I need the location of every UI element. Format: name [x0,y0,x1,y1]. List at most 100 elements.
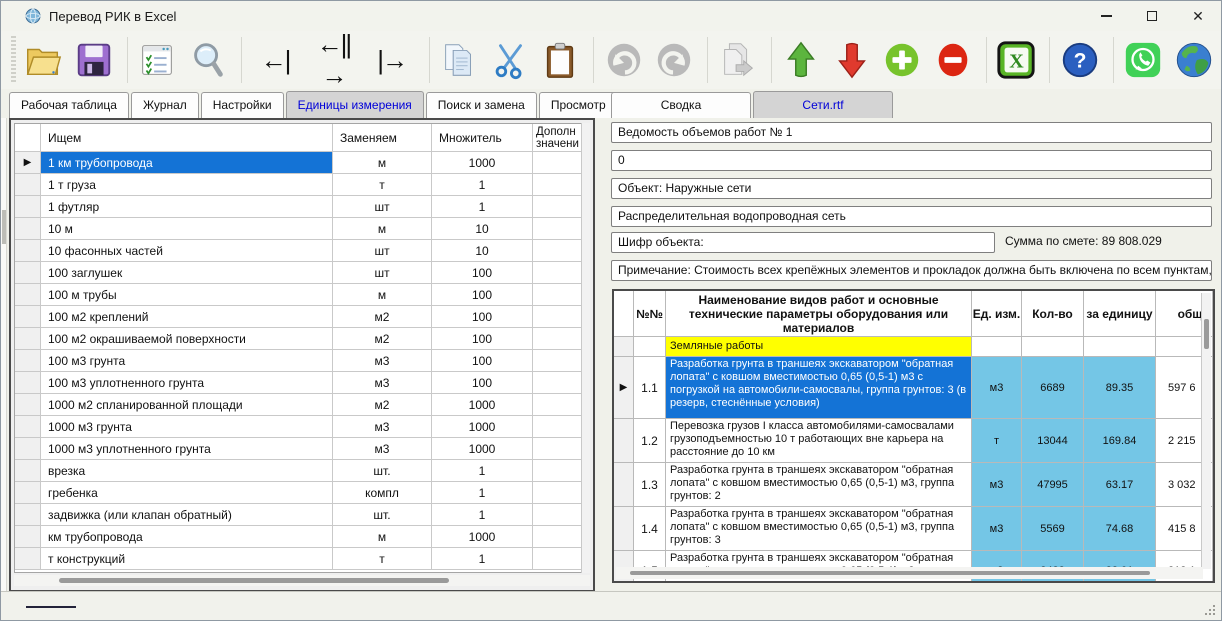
arrow-up-button[interactable] [778,36,825,84]
cell-section-name[interactable]: Земляные работы [666,337,972,357]
cell-search[interactable]: задвижка (или клапан обратный) [41,504,333,526]
cell-replace[interactable]: м2 [333,306,432,328]
works-table-vscroll-thumb[interactable] [1204,319,1209,349]
redo-button[interactable] [651,36,698,84]
cell-quantity[interactable]: 47995 [1022,463,1084,507]
cell-replace[interactable]: м3 [333,350,432,372]
cell-replace[interactable]: м [333,218,432,240]
cell-search[interactable]: 100 м3 грунта [41,350,333,372]
cell-number[interactable]: 1.3 [634,463,666,507]
cell-quantity[interactable]: 13044 [1022,419,1084,463]
cell-multiplier[interactable]: 10 [432,218,533,240]
toolbar-grip[interactable] [11,36,16,84]
column-header-search[interactable]: Ищем [41,124,333,152]
cell-unit[interactable] [972,337,1022,357]
cell-multiplier[interactable]: 1 [432,196,533,218]
column-header-multiplier[interactable]: Множитель [432,124,533,152]
cell-work-name[interactable]: Разработка грунта в траншеях экскаваторо… [666,357,972,419]
cell-unit[interactable]: м3 [972,357,1022,419]
collapse-left-button[interactable]: ←| [248,36,302,84]
cell-search[interactable]: 100 м3 уплотненного грунта [41,372,333,394]
cell-search[interactable]: 1 км трубопровода [41,152,333,174]
unit-row[interactable]: т конструкцийт1 [15,548,589,570]
work-row[interactable]: 1.4Разработка грунта в траншеях экскават… [614,507,1213,551]
cell-quantity[interactable]: 6689 [1022,357,1084,419]
cell-replace[interactable]: м2 [333,328,432,350]
cell-search[interactable]: 1000 м2 спланированной площади [41,394,333,416]
cell-multiplier[interactable]: 1000 [432,416,533,438]
work-row[interactable]: 1.2Перевозка грузов I класса автомобилям… [614,419,1213,463]
note-field[interactable]: Примечание: Стоимость всех крепёжных эле… [611,260,1212,281]
zero-field[interactable]: 0 [611,150,1212,171]
column-header-unit[interactable]: Ед. изм. [972,291,1022,337]
cell-multiplier[interactable]: 1 [432,460,533,482]
cell-search[interactable]: 1000 м3 уплотненного грунта [41,438,333,460]
settings-checklist-button[interactable] [134,36,181,84]
cell-quantity[interactable] [1022,337,1084,357]
cell-replace[interactable]: м3 [333,372,432,394]
maximize-button[interactable] [1129,1,1175,31]
unit-row[interactable]: 10 фасонных частейшт10 [15,240,589,262]
cell-replace[interactable]: м3 [333,416,432,438]
cell-replace[interactable]: м2 [333,394,432,416]
right-tab-сводка[interactable]: Сводка [611,92,751,118]
collapse-right-button[interactable]: |→ [364,36,418,84]
cell-number[interactable]: 1.1 [634,357,666,419]
cell-replace[interactable]: шт. [333,460,432,482]
unit-row[interactable]: задвижка (или клапан обратный)шт.1 [15,504,589,526]
units-table-hscrollbar[interactable] [14,575,590,586]
unit-row[interactable]: врезкашт.1 [15,460,589,482]
unit-row[interactable]: 10 мм10 [15,218,589,240]
unit-row[interactable]: гребенкакомпл1 [15,482,589,504]
column-header-per-unit[interactable]: за единицу [1084,291,1156,337]
unit-row[interactable]: 1000 м2 спланированной площадим21000 [15,394,589,416]
cell-per-unit[interactable] [1084,337,1156,357]
cell-number[interactable]: 1.4 [634,507,666,551]
cell-multiplier[interactable]: 1000 [432,394,533,416]
open-folder-button[interactable] [20,36,67,84]
cell-per-unit[interactable]: 169.84 [1084,419,1156,463]
column-header-name[interactable]: Наименование видов работ и основные техн… [666,291,972,337]
unit-row[interactable]: 100 м2 крепленийм2100 [15,306,589,328]
search-button[interactable] [184,36,231,84]
cell-replace[interactable]: м [333,152,432,174]
cell-per-unit[interactable]: 74.68 [1084,507,1156,551]
cell-search[interactable]: врезка [41,460,333,482]
unit-row[interactable]: 100 м3 уплотненного грунтам3100 [15,372,589,394]
left-edge-scrollbar[interactable] [1,118,7,592]
clipboard-button[interactable] [537,36,584,84]
cell-multiplier[interactable]: 1 [432,482,533,504]
cell-quantity[interactable]: 5569 [1022,507,1084,551]
cell-unit[interactable]: м3 [972,463,1022,507]
cell-search[interactable]: 100 м трубы [41,284,333,306]
left-edge-scroll-thumb[interactable] [2,210,6,244]
doc-title-field[interactable]: Ведомость объемов работ № 1 [611,122,1212,143]
cell-multiplier[interactable]: 1000 [432,152,533,174]
left-tab-рабочая-таблица[interactable]: Рабочая таблица [9,92,129,118]
works-table-hscrollbar[interactable] [616,567,1203,579]
cell-multiplier[interactable]: 100 [432,306,533,328]
unit-row[interactable]: 1 т грузат1 [15,174,589,196]
cell-search[interactable]: т конструкций [41,548,333,570]
left-tab-журнал[interactable]: Журнал [131,92,199,118]
undo-button[interactable] [600,36,647,84]
cell-replace[interactable]: т [333,548,432,570]
cell-unit[interactable]: м3 [972,507,1022,551]
unit-row[interactable]: 100 заглушекшт100 [15,262,589,284]
cell-multiplier[interactable]: 100 [432,328,533,350]
cell-replace[interactable]: шт [333,240,432,262]
units-table-hscroll-thumb[interactable] [59,578,449,583]
help-button[interactable]: ? [1056,36,1103,84]
add-button[interactable] [879,36,926,84]
cell-multiplier[interactable]: 10 [432,240,533,262]
export-document-button[interactable] [714,36,761,84]
cell-replace[interactable]: м [333,284,432,306]
work-row[interactable]: 1.3Разработка грунта в траншеях экскават… [614,463,1213,507]
cell-replace[interactable]: шт [333,196,432,218]
cell-work-name[interactable]: Перевозка грузов I класса автомобилями-с… [666,419,972,463]
unit-row[interactable]: 100 м2 окрашиваемой поверхностим2100 [15,328,589,350]
cell-replace[interactable]: шт [333,262,432,284]
cell-search[interactable]: 10 фасонных частей [41,240,333,262]
cell-work-name[interactable]: Разработка грунта в траншеях экскаваторо… [666,507,972,551]
remove-button[interactable] [929,36,976,84]
